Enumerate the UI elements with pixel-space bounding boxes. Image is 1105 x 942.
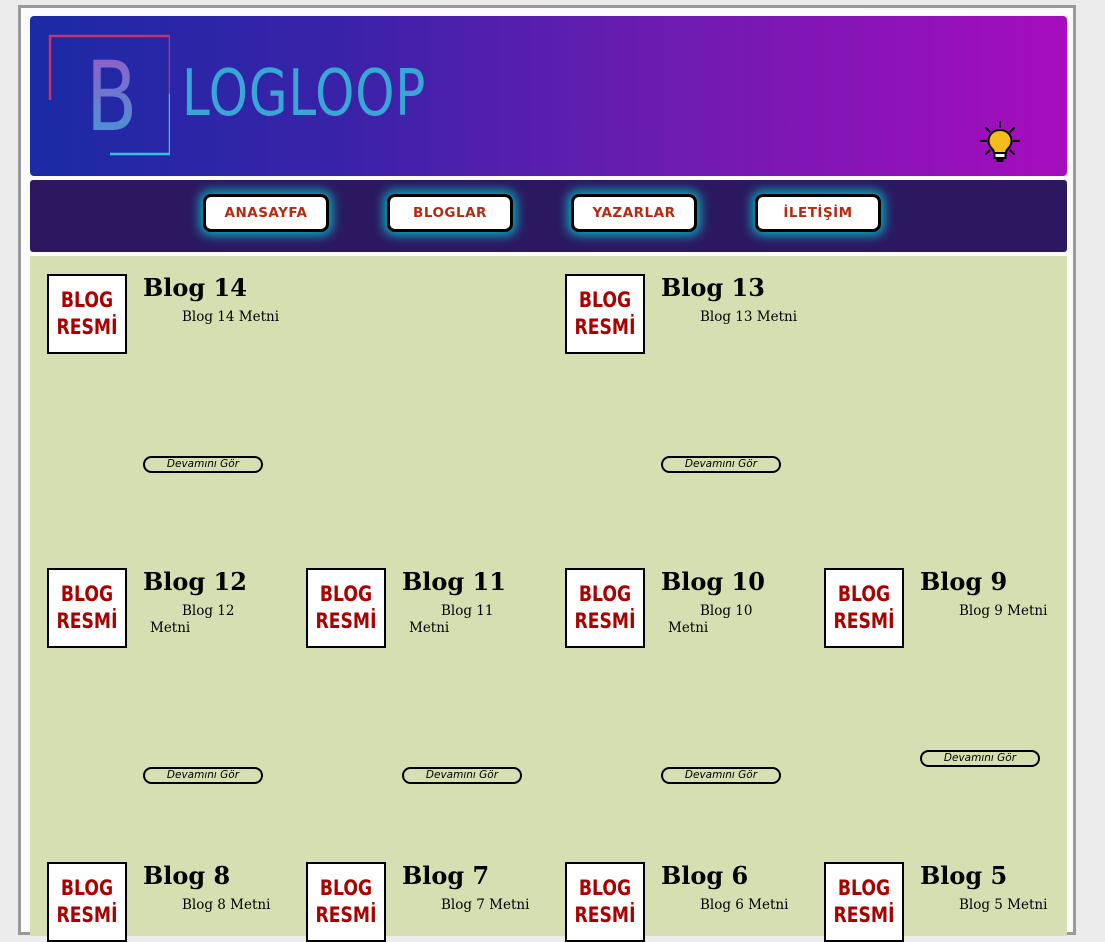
- logo-mark[interactable]: B: [48, 34, 170, 156]
- blog-title: Blog 7: [402, 861, 490, 890]
- blog-text: Blog 12 Metni: [150, 603, 235, 636]
- blog-text: Blog 14 Metni: [182, 309, 280, 325]
- blog-text: Blog 13 Metni: [700, 309, 798, 325]
- nav-yazarlar-button[interactable]: YAZARLAR: [571, 194, 697, 232]
- blog-card: BLOG RESMİ Blog 9 Blog 9 Metni Devamını G…: [824, 568, 1074, 848]
- blog-image[interactable]: BLOG RESMİ: [824, 862, 904, 942]
- blog-card: BLOG RESMİ Blog 11 Blog 11 Metni Devamını…: [306, 568, 556, 848]
- read-more-button[interactable]: Devamını Gör: [661, 767, 781, 784]
- blog-image[interactable]: BLOG RESMİ: [47, 568, 127, 648]
- blog-card: BLOG RESMİ Blog 10 Blog 10 Metni Devamını…: [565, 568, 815, 848]
- logo-text[interactable]: LOGLOOP: [182, 62, 426, 126]
- blog-title: Blog 8: [143, 861, 231, 890]
- nav-anasayfa-button[interactable]: ANASAYFA: [203, 194, 329, 232]
- logo-letter: B: [86, 42, 137, 154]
- read-more-button[interactable]: Devamını Gör: [402, 767, 522, 784]
- blog-text: Blog 7 Metni: [441, 897, 530, 913]
- blog-image[interactable]: BLOG RESMİ: [565, 274, 645, 354]
- blog-text: Blog 9 Metni: [959, 603, 1048, 619]
- blog-image[interactable]: BLOG RESMİ: [47, 862, 127, 942]
- blog-image[interactable]: BLOG RESMİ: [306, 862, 386, 942]
- blog-card: BLOG RESMİ Blog 5 Blog 5 Metni: [824, 861, 1074, 942]
- nav-iletisim-button[interactable]: İLETİŞİM: [755, 194, 881, 232]
- blog-card: BLOG RESMİ Blog 14 Blog 14 Metni Devamını…: [47, 274, 297, 554]
- nav-bloglar-button[interactable]: BLOGLAR: [387, 194, 513, 232]
- site-header: B LOGLOOP: [30, 16, 1067, 176]
- blog-image[interactable]: BLOG RESMİ: [565, 568, 645, 648]
- blog-grid: BLOG RESMİ Blog 14 Blog 14 Metni Devamını…: [30, 256, 1067, 942]
- blog-title: Blog 9: [920, 567, 1008, 596]
- lightbulb-icon[interactable]: [978, 120, 1022, 164]
- blog-title: Blog 13: [661, 273, 765, 302]
- blog-text: Blog 11 Metni: [409, 603, 494, 636]
- main-nav: ANASAYFA BLOGLAR YAZARLAR İLETİŞİM: [30, 180, 1067, 252]
- read-more-button[interactable]: Devamını Gör: [143, 456, 263, 473]
- blog-title: Blog 14: [143, 273, 247, 302]
- blog-title: Blog 5: [920, 861, 1008, 890]
- blog-text: Blog 5 Metni: [959, 897, 1048, 913]
- blog-title: Blog 12: [143, 567, 247, 596]
- blog-title: Blog 10: [661, 567, 765, 596]
- blog-image[interactable]: BLOG RESMİ: [565, 862, 645, 942]
- blog-image[interactable]: BLOG RESMİ: [47, 274, 127, 354]
- blog-card: BLOG RESMİ Blog 7 Blog 7 Metni: [306, 861, 556, 942]
- blog-card: BLOG RESMİ Blog 6 Blog 6 Metni: [565, 861, 815, 942]
- blog-card: BLOG RESMİ Blog 12 Blog 12 Metni Devamını…: [47, 568, 297, 848]
- blog-title: Blog 6: [661, 861, 749, 890]
- read-more-button[interactable]: Devamını Gör: [143, 767, 263, 784]
- blog-card: BLOG RESMİ Blog 8 Blog 8 Metni: [47, 861, 297, 942]
- read-more-button[interactable]: Devamını Gör: [920, 750, 1040, 767]
- blog-card: BLOG RESMİ Blog 13 Blog 13 Metni Devamını…: [565, 274, 815, 554]
- blog-title: Blog 11: [402, 567, 506, 596]
- blog-image[interactable]: BLOG RESMİ: [306, 568, 386, 648]
- blog-text: Blog 6 Metni: [700, 897, 789, 913]
- blog-image[interactable]: BLOG RESMİ: [824, 568, 904, 648]
- blog-text: Blog 10 Metni: [668, 603, 753, 636]
- read-more-button[interactable]: Devamını Gör: [661, 456, 781, 473]
- blog-text: Blog 8 Metni: [182, 897, 271, 913]
